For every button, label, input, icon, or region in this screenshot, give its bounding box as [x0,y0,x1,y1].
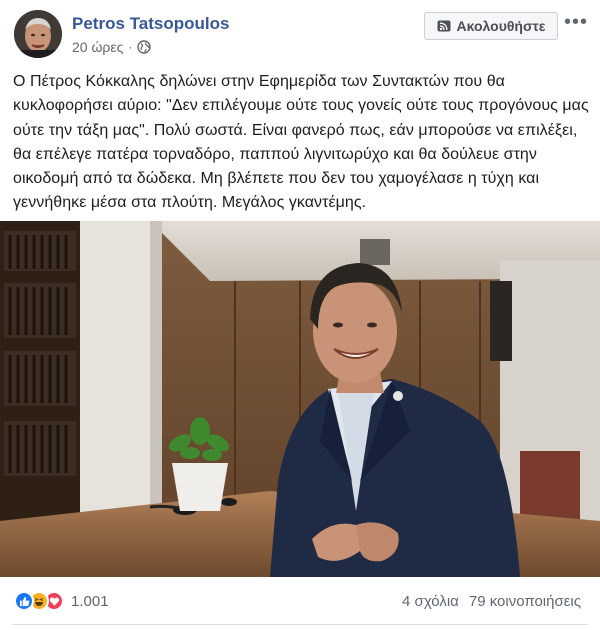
follow-button-label: Ακολουθήστε [456,18,546,34]
post-meta: 20 ώρες · [72,39,152,55]
like-icon [14,591,34,611]
reactions-summary[interactable]: 1.001 [14,591,109,611]
post-stats: 4 σχόλια 79 κοινοποιήσεις [402,593,581,610]
meta-separator: · [128,40,133,54]
shares-count-link[interactable]: 79 κοινοποιήσεις [469,593,581,610]
reactions-count: 1.001 [71,592,109,610]
author-name-link[interactable]: Petros Tatsopoulos [72,14,229,34]
comments-count-link[interactable]: 4 σχόλια [402,593,459,610]
follow-button[interactable]: Ακολουθήστε [424,12,558,40]
post-text: Ο Πέτρος Κόκκαλης δηλώνει στην Εφημερίδα… [13,73,589,212]
facebook-post: Petros Tatsopoulos 20 ώρες · Ακολουθήστε… [0,0,600,630]
globe-icon[interactable] [137,40,152,54]
rss-follow-icon [437,20,451,32]
more-options-icon[interactable]: ••• [562,10,590,34]
author-avatar[interactable] [14,10,62,58]
post-timestamp[interactable]: 20 ώρες [72,39,123,55]
footer-divider [12,624,588,625]
post-photo[interactable] [0,221,600,577]
